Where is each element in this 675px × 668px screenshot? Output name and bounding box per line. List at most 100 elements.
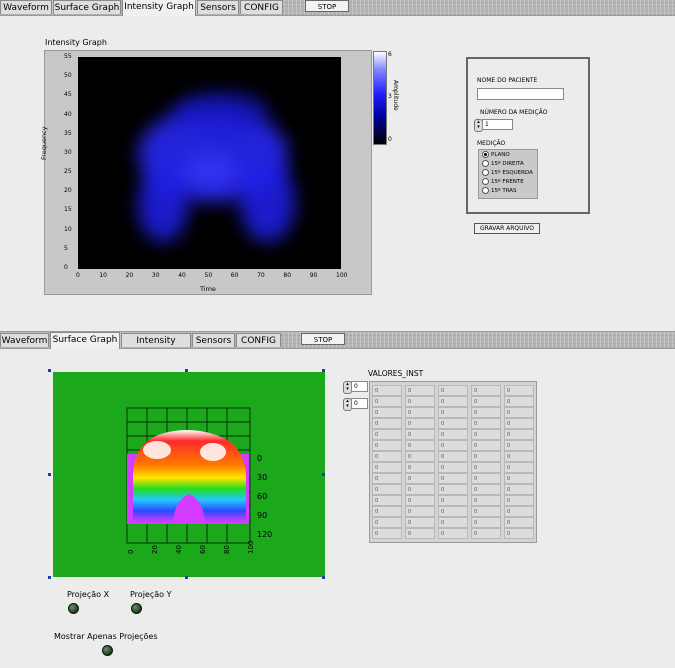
array-cell[interactable]: 0 [405,517,435,528]
array-cell[interactable]: 0 [504,462,534,473]
array-cell[interactable]: 0 [372,495,402,506]
only-projections-led[interactable] [102,645,113,656]
array-cell[interactable]: 0 [438,429,468,440]
array-cell[interactable]: 0 [504,429,534,440]
array-cell[interactable]: 0 [405,473,435,484]
array-cell[interactable]: 0 [372,396,402,407]
tab-sensors[interactable]: Sensors [197,0,239,14]
array-cell[interactable]: 0 [372,385,402,396]
save-file-button[interactable]: GRAVAR ARQUIVO [474,223,540,234]
array-cell[interactable]: 0 [438,451,468,462]
array-cell[interactable]: 0 [438,517,468,528]
array-cell[interactable]: 0 [372,462,402,473]
projection-y-led[interactable] [131,603,142,614]
row-index-field[interactable]: 0 [351,381,368,392]
array-cell[interactable]: 0 [504,440,534,451]
array-cell[interactable]: 0 [438,418,468,429]
array-cell[interactable]: 0 [471,517,501,528]
array-cell[interactable]: 0 [471,440,501,451]
array-cell[interactable]: 0 [372,528,402,539]
array-cell[interactable]: 0 [438,495,468,506]
array-cell[interactable]: 0 [504,396,534,407]
array-cell[interactable]: 0 [504,473,534,484]
tab-intensity-graph[interactable]: Intensity Graph [122,0,196,16]
radio-15-tras[interactable]: 15º TRAS [482,187,517,195]
tab-intensity-graph[interactable]: Intensity Graph [121,333,191,360]
resize-handle[interactable] [322,576,325,579]
array-cell[interactable]: 0 [438,440,468,451]
projection-x-led[interactable] [68,603,79,614]
array-cell[interactable]: 0 [372,473,402,484]
array-cell[interactable]: 0 [372,440,402,451]
array-cell[interactable]: 0 [438,462,468,473]
array-cell[interactable]: 0 [471,473,501,484]
stop-button[interactable]: STOP [305,0,349,12]
column-index-field[interactable]: 0 [351,398,368,409]
array-cell[interactable]: 0 [438,506,468,517]
array-cell[interactable]: 0 [504,506,534,517]
array-cell[interactable]: 0 [405,495,435,506]
intensity-graph-plot[interactable] [78,57,341,269]
array-cell[interactable]: 0 [372,506,402,517]
array-cell[interactable]: 0 [405,418,435,429]
resize-handle[interactable] [185,369,188,372]
array-cell[interactable]: 0 [438,396,468,407]
array-cell[interactable]: 0 [471,407,501,418]
array-cell[interactable]: 0 [504,418,534,429]
array-cell[interactable]: 0 [504,451,534,462]
array-cell[interactable]: 0 [471,528,501,539]
array-cell[interactable]: 0 [471,429,501,440]
array-cell[interactable]: 0 [438,473,468,484]
array-cell[interactable]: 0 [372,517,402,528]
array-cell[interactable]: 0 [504,528,534,539]
array-cell[interactable]: 0 [405,462,435,473]
array-cell[interactable]: 0 [504,484,534,495]
patient-name-field[interactable] [477,88,564,100]
tab-surface-graph[interactable]: Surface Graph [50,332,120,349]
array-cell[interactable]: 0 [471,396,501,407]
measurement-number-field[interactable]: 1 [482,119,513,130]
array-cell[interactable]: 0 [471,385,501,396]
array-cell[interactable]: 0 [438,484,468,495]
radio-15-esquerda[interactable]: 15º ESQUERDA [482,169,533,177]
array-cell[interactable]: 0 [471,418,501,429]
array-cell[interactable]: 0 [405,440,435,451]
array-cell[interactable]: 0 [438,528,468,539]
array-cell[interactable]: 0 [504,517,534,528]
array-cell[interactable]: 0 [405,407,435,418]
radio-plano[interactable]: PLANO [482,151,510,159]
array-cell[interactable]: 0 [504,407,534,418]
tab-config[interactable]: CONFIG [240,0,283,14]
surface-graph[interactable]: 0 30 60 90 120 0 20 40 60 80 100 [53,372,325,577]
resize-handle[interactable] [48,369,51,372]
array-cell[interactable]: 0 [438,385,468,396]
array-cell[interactable]: 0 [471,451,501,462]
radio-15-direita[interactable]: 15º DIREITA [482,160,524,168]
array-cell[interactable]: 0 [405,396,435,407]
array-cell[interactable]: 0 [372,418,402,429]
array-cell[interactable]: 0 [504,385,534,396]
resize-handle[interactable] [322,369,325,372]
tab-waveform[interactable]: Waveform [0,0,52,14]
tab-sensors[interactable]: Sensors [192,333,235,347]
radio-15-frente[interactable]: 15º FRENTE [482,178,524,186]
array-cell[interactable]: 0 [372,407,402,418]
array-cell[interactable]: 0 [471,495,501,506]
array-cell[interactable]: 0 [372,451,402,462]
array-cell[interactable]: 0 [471,484,501,495]
tab-waveform[interactable]: Waveform [0,333,49,347]
array-cell[interactable]: 0 [405,385,435,396]
tab-surface-graph[interactable]: Surface Graph [53,0,121,14]
array-cell[interactable]: 0 [372,429,402,440]
array-cell[interactable]: 0 [438,407,468,418]
array-cell[interactable]: 0 [471,506,501,517]
array-cell[interactable]: 0 [405,429,435,440]
array-cell[interactable]: 0 [471,462,501,473]
array-cell[interactable]: 0 [405,484,435,495]
array-cell[interactable]: 0 [405,451,435,462]
resize-handle[interactable] [48,576,51,579]
array-cell[interactable]: 0 [504,495,534,506]
resize-handle[interactable] [322,473,325,476]
array-cell[interactable]: 0 [372,484,402,495]
array-cell[interactable]: 0 [405,506,435,517]
